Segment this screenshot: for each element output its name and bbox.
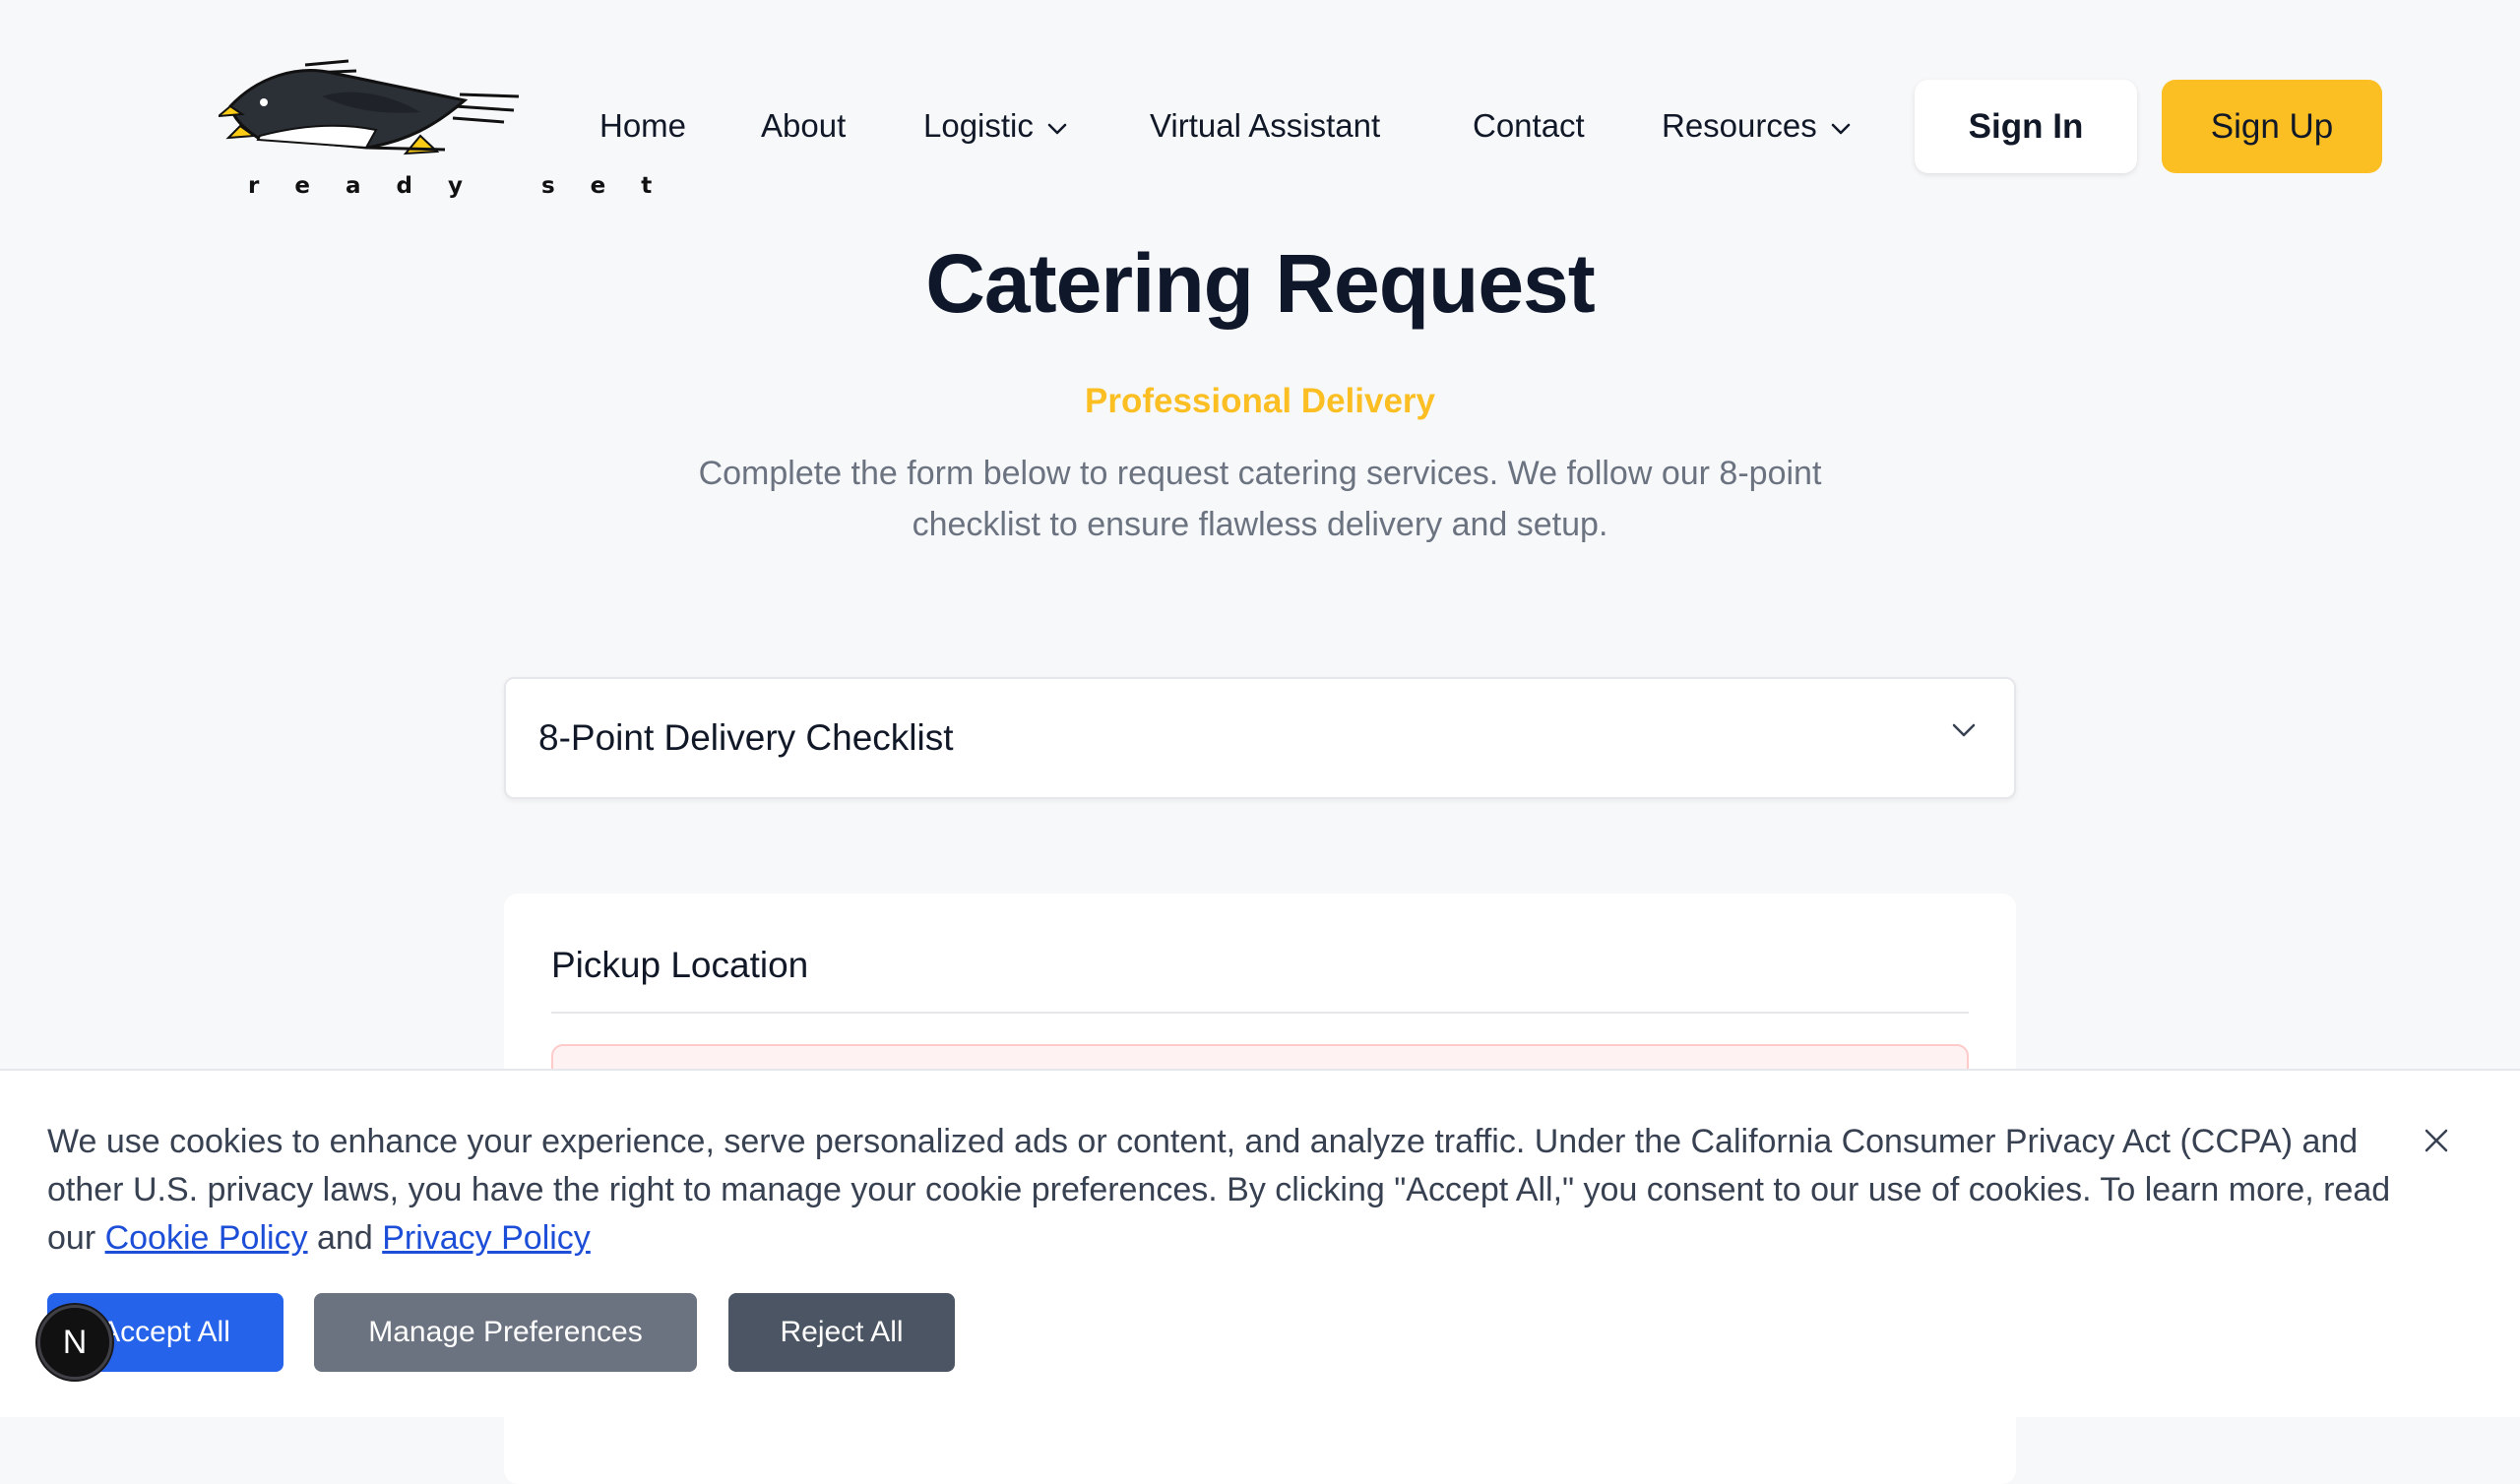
sign-in-button[interactable]: Sign In bbox=[1915, 80, 2137, 173]
accordion-title: 8-Point Delivery Checklist bbox=[538, 717, 954, 758]
logo-wordmark: r e a d y s e t bbox=[248, 173, 666, 199]
delivery-checklist-accordion[interactable]: 8-Point Delivery Checklist bbox=[504, 677, 2016, 799]
nav-logistic[interactable]: Logistic bbox=[923, 101, 1067, 151]
nav-logistic-label: Logistic bbox=[923, 107, 1034, 144]
chevron-down-icon bbox=[1047, 99, 1067, 149]
nav-contact[interactable]: Contact bbox=[1473, 101, 1585, 151]
nav-virtual-assistant[interactable]: Virtual Assistant bbox=[1150, 101, 1380, 151]
chevron-down-icon bbox=[1951, 722, 1977, 743]
reject-all-button[interactable]: Reject All bbox=[728, 1293, 955, 1372]
cookie-consent-banner: We use cookies to enhance your experienc… bbox=[0, 1069, 2520, 1417]
nav-resources[interactable]: Resources bbox=[1662, 101, 1851, 151]
penguin-logo-icon bbox=[219, 59, 520, 155]
ready-set-logo[interactable]: r e a d y s e t bbox=[219, 57, 652, 205]
section-title: Pickup Location bbox=[551, 945, 809, 985]
nav-about[interactable]: About bbox=[761, 101, 846, 151]
divider bbox=[551, 1012, 1969, 1014]
dev-tools-badge[interactable]: N bbox=[37, 1305, 112, 1380]
page-title: Catering Request bbox=[925, 237, 1595, 330]
page-description: Complete the form below to request cater… bbox=[698, 455, 1822, 543]
close-icon[interactable] bbox=[2422, 1126, 2451, 1160]
sign-up-button[interactable]: Sign Up bbox=[2162, 80, 2382, 173]
manage-preferences-button[interactable]: Manage Preferences bbox=[314, 1293, 697, 1372]
cookie-policy-link[interactable]: Cookie Policy bbox=[105, 1219, 308, 1257]
page-subtitle: Professional Delivery bbox=[1085, 382, 1435, 420]
privacy-policy-link[interactable]: Privacy Policy bbox=[382, 1219, 591, 1257]
nav-resources-label: Resources bbox=[1662, 107, 1817, 144]
nav-home[interactable]: Home bbox=[599, 101, 686, 151]
site-header: r e a d y s e t Home About Logistic Virt… bbox=[0, 0, 2520, 216]
cookie-message: We use cookies to enhance your experienc… bbox=[47, 1118, 2410, 1263]
chevron-down-icon bbox=[1831, 99, 1851, 149]
cookie-and-text: and bbox=[307, 1219, 383, 1257]
